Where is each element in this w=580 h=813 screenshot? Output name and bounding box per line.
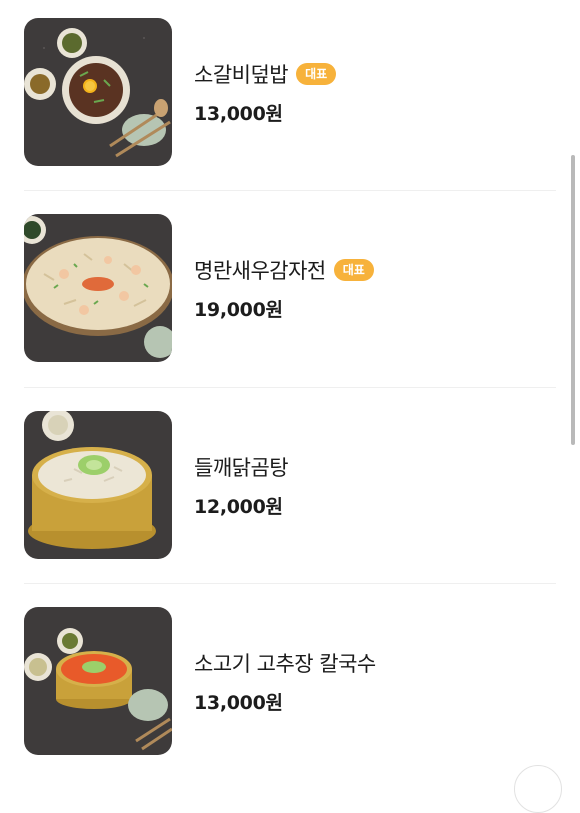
- menu-item-price: 12,000원: [194, 495, 283, 518]
- menu-item-price: 19,000원: [194, 298, 283, 321]
- divider: [24, 387, 556, 388]
- menu-item-pollack-roe-shrimp-pancake[interactable]: 명란새우감자전 대표 19,000원: [24, 214, 556, 362]
- menu-item-photo: [24, 214, 172, 362]
- menu-item-name-row: 소갈비덮밥 대표: [194, 59, 337, 89]
- signature-badge: 대표: [333, 258, 374, 281]
- menu-item-price: 13,000원: [194, 691, 283, 714]
- menu-item-name: 소갈비덮밥: [194, 62, 289, 87]
- menu-item-info: 들깨닭곰탕 12,000원: [194, 452, 289, 519]
- menu-item-name-row: 소고기 고추장 칼국수: [194, 648, 376, 678]
- menu-item-name: 명란새우감자전: [194, 258, 326, 283]
- menu-item-name: 들깨닭곰탕: [194, 455, 289, 480]
- menu-item-beef-gochujang-kalguksu[interactable]: 소고기 고추장 칼국수 13,000원: [24, 607, 556, 755]
- menu-item-info: 소고기 고추장 칼국수 13,000원: [194, 648, 376, 715]
- menu-item-perilla-chicken-soup[interactable]: 들깨닭곰탕 12,000원: [24, 411, 556, 559]
- scrollbar[interactable]: [571, 155, 575, 445]
- menu-item-info: 명란새우감자전 대표 19,000원: [194, 255, 374, 322]
- divider: [24, 583, 556, 584]
- menu-item-beef-rib-rice-bowl[interactable]: 소갈비덮밥 대표 13,000원: [24, 18, 556, 166]
- menu-item-name-row: 명란새우감자전 대표: [194, 255, 374, 285]
- menu-item-photo: [24, 411, 172, 559]
- menu-item-photo: [24, 607, 172, 755]
- menu-item-name-row: 들깨닭곰탕: [194, 452, 289, 482]
- menu-item-price: 13,000원: [194, 102, 283, 125]
- signature-badge: 대표: [296, 62, 337, 85]
- menu-item-photo: [24, 18, 172, 166]
- menu-item-info: 소갈비덮밥 대표 13,000원: [194, 59, 337, 126]
- divider: [24, 190, 556, 191]
- scroll-to-top-button[interactable]: [514, 765, 562, 813]
- menu-item-name: 소고기 고추장 칼국수: [194, 651, 376, 676]
